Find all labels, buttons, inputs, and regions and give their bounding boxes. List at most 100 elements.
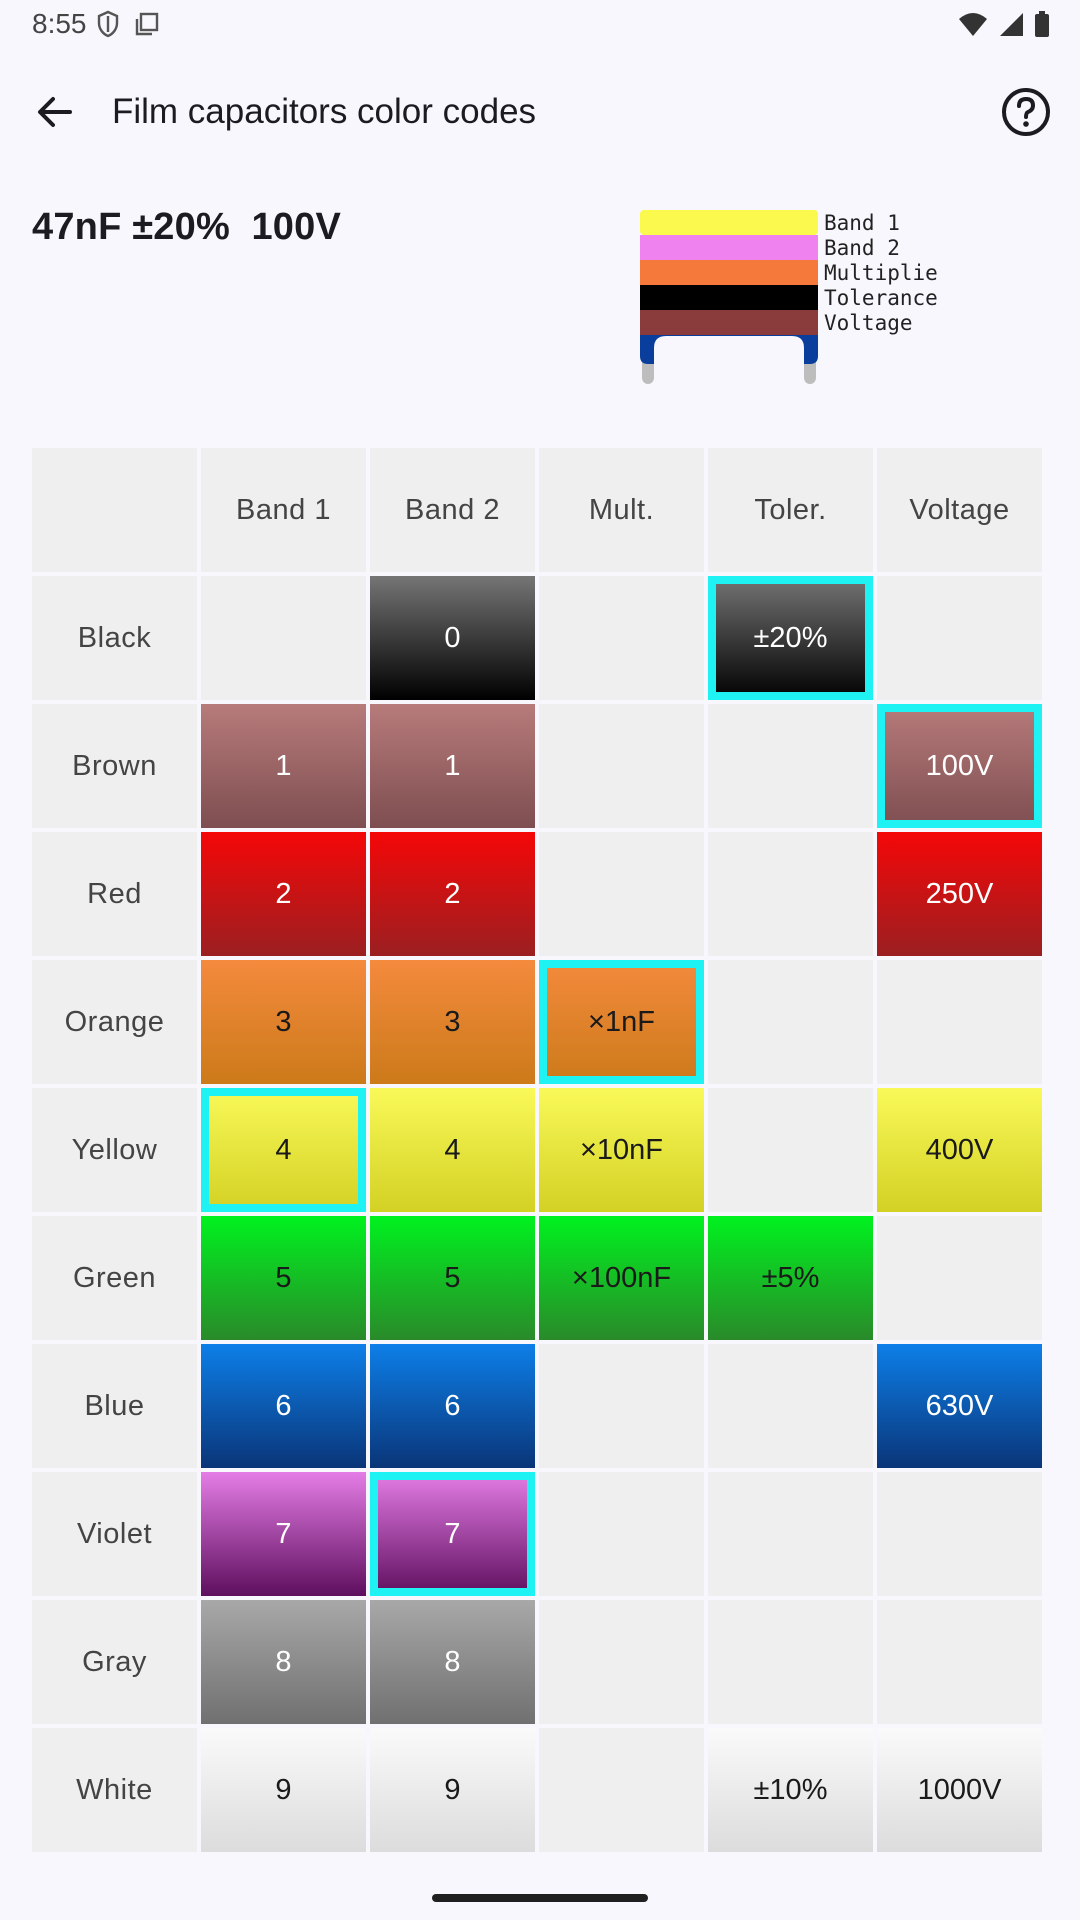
- empty-cell: [708, 704, 873, 828]
- cell-value: ×100nF: [571, 1261, 672, 1294]
- cell-value: ×1nF: [588, 1005, 655, 1038]
- row-label-violet: Violet: [32, 1472, 197, 1596]
- row-label-orange: Orange: [32, 960, 197, 1084]
- column-header-label: Mult.: [588, 493, 655, 526]
- cell-brown-band-1[interactable]: 1: [201, 704, 366, 828]
- cell-white-band-2[interactable]: 9: [370, 1728, 535, 1852]
- cell-yellow-multiplier[interactable]: ×10nF: [539, 1088, 704, 1212]
- cell-value: ×10nF: [579, 1133, 664, 1166]
- cell-green-multiplier[interactable]: ×100nF: [539, 1216, 704, 1340]
- cell-value: 0: [444, 621, 461, 654]
- cell-red-voltage[interactable]: 250V: [877, 832, 1042, 956]
- cell-yellow-band-2[interactable]: 4: [370, 1088, 535, 1212]
- cell-orange-band-2[interactable]: 3: [370, 960, 535, 1084]
- row-label-text: Blue: [84, 1389, 145, 1422]
- cell-white-band-1[interactable]: 9: [201, 1728, 366, 1852]
- cell-orange-multiplier[interactable]: ×1nF: [539, 960, 704, 1084]
- band-label: Tolerance: [824, 286, 938, 310]
- row-label-gray: Gray: [32, 1600, 197, 1724]
- empty-cell: [877, 1472, 1042, 1596]
- empty-cell: [877, 960, 1042, 1084]
- cell-brown-voltage[interactable]: 100V: [877, 704, 1042, 828]
- cell-value: 8: [275, 1645, 292, 1678]
- column-header-label: Toler.: [754, 493, 827, 526]
- cell-value: 7: [275, 1517, 292, 1550]
- column-header-voltage: Voltage: [877, 448, 1042, 572]
- row-label-red: Red: [32, 832, 197, 956]
- empty-cell: [539, 1600, 704, 1724]
- cell-value: 4: [275, 1133, 292, 1166]
- capacitor-band-4: [640, 285, 818, 310]
- cell-white-tolerance[interactable]: ±10%: [708, 1728, 873, 1852]
- cell-green-tolerance[interactable]: ±5%: [708, 1216, 873, 1340]
- row-label-white: White: [32, 1728, 197, 1852]
- help-button[interactable]: [994, 82, 1058, 146]
- empty-cell: [539, 1728, 704, 1852]
- cell-green-band-1[interactable]: 5: [201, 1216, 366, 1340]
- empty-cell: [708, 832, 873, 956]
- column-header-label: Band 2: [405, 493, 500, 526]
- battery-icon: [1034, 10, 1050, 43]
- cell-red-band-2[interactable]: 2: [370, 832, 535, 956]
- cell-red-band-1[interactable]: 2: [201, 832, 366, 956]
- wifi-icon: [958, 11, 988, 42]
- cell-value: 7: [444, 1517, 461, 1550]
- column-header-band-1: Band 1: [201, 448, 366, 572]
- cell-blue-band-2[interactable]: 6: [370, 1344, 535, 1468]
- capacitor-diagram: Band 1Band 2MultiplieToleranceVoltage: [640, 210, 938, 384]
- cell-value: 250V: [925, 877, 994, 910]
- help-circle-icon: [1000, 86, 1052, 143]
- header-corner: [32, 448, 197, 572]
- empty-cell: [708, 1472, 873, 1596]
- cell-violet-band-2[interactable]: 7: [370, 1472, 535, 1596]
- capacitor-band-1: [640, 210, 818, 235]
- page-title: Film capacitors color codes: [112, 92, 537, 131]
- cell-yellow-voltage[interactable]: 400V: [877, 1088, 1042, 1212]
- empty-cell: [201, 576, 366, 700]
- cell-value: 6: [275, 1389, 292, 1422]
- gesture-nav-handle[interactable]: [432, 1894, 648, 1902]
- empty-cell: [877, 1600, 1042, 1724]
- signal-icon: [998, 11, 1024, 42]
- shield-icon: [96, 10, 120, 43]
- cell-blue-band-1[interactable]: 6: [201, 1344, 366, 1468]
- empty-cell: [539, 576, 704, 700]
- row-label-green: Green: [32, 1216, 197, 1340]
- cell-yellow-band-1[interactable]: 4: [201, 1088, 366, 1212]
- row-label-text: Violet: [76, 1517, 153, 1550]
- row-label-brown: Brown: [32, 704, 197, 828]
- back-button[interactable]: [22, 82, 86, 146]
- app-bar: Film capacitors color codes: [0, 60, 1080, 164]
- row-label-black: Black: [32, 576, 197, 700]
- color-code-table: Band 1 Band 2 Mult. Toler. Voltage Black 0 ±20%…: [32, 448, 1042, 1852]
- cell-blue-voltage[interactable]: 630V: [877, 1344, 1042, 1468]
- cell-value: 2: [444, 877, 461, 910]
- status-icons-right: [958, 10, 1050, 43]
- row-label-text: Brown: [72, 749, 157, 782]
- cell-brown-band-2[interactable]: 1: [370, 704, 535, 828]
- cell-gray-band-2[interactable]: 8: [370, 1600, 535, 1724]
- cell-value: 1: [275, 749, 292, 782]
- cell-gray-band-1[interactable]: 8: [201, 1600, 366, 1724]
- column-header-multiplier: Mult.: [539, 448, 704, 572]
- empty-cell: [708, 960, 873, 1084]
- cell-black-band-2[interactable]: 0: [370, 576, 535, 700]
- band-label: Voltage: [824, 311, 913, 335]
- capacitor-band-5: [640, 310, 818, 335]
- column-header-label: Voltage: [909, 493, 1010, 526]
- status-bar: 8:55: [0, 0, 1080, 48]
- empty-cell: [708, 1088, 873, 1212]
- result-value: 47nF ±20% 100V: [32, 206, 342, 248]
- row-label-yellow: Yellow: [32, 1088, 197, 1212]
- status-icons-left: [96, 10, 160, 43]
- cell-green-band-2[interactable]: 5: [370, 1216, 535, 1340]
- cell-value: 9: [275, 1773, 292, 1806]
- cell-orange-band-1[interactable]: 3: [201, 960, 366, 1084]
- band-label: Band 2: [824, 236, 900, 260]
- empty-cell: [708, 1600, 873, 1724]
- capacitor-band-2: [640, 235, 818, 260]
- cell-black-tolerance[interactable]: ±20%: [708, 576, 873, 700]
- column-header-tolerance: Toler.: [708, 448, 873, 572]
- cell-violet-band-1[interactable]: 7: [201, 1472, 366, 1596]
- cell-white-voltage[interactable]: 1000V: [877, 1728, 1042, 1852]
